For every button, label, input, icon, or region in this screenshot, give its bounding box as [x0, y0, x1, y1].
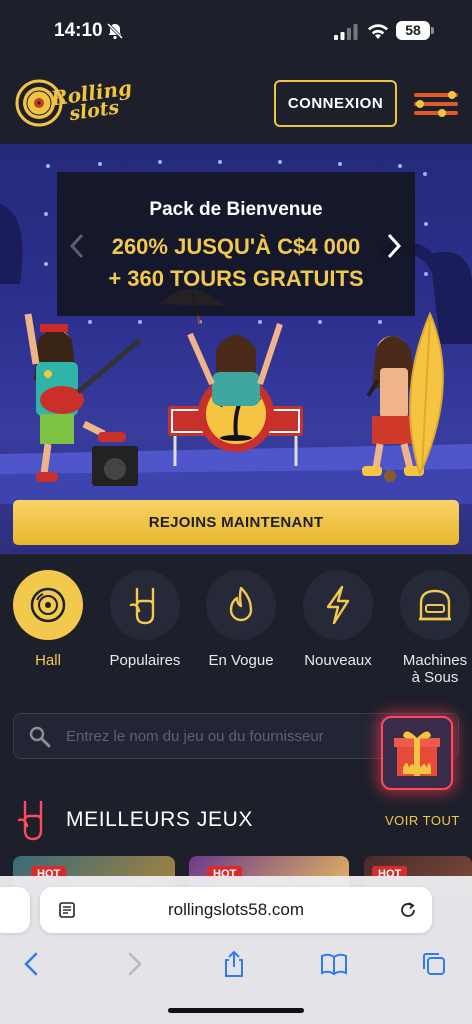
- search-icon: [29, 726, 51, 748]
- category-label-line1: Machines: [402, 652, 468, 669]
- promo-title: Pack de Bienvenue: [149, 199, 323, 220]
- status-bar: 14:10 58: [0, 0, 472, 62]
- battery-nub: [431, 27, 434, 34]
- welcome-banner[interactable]: Pack de Bienvenue 260% JUSQU'À C$4 000 +…: [0, 144, 472, 554]
- category-hall[interactable]: Hall: [3, 570, 93, 669]
- category-nouveaux[interactable]: Nouveaux: [293, 570, 383, 669]
- forward-icon[interactable]: [120, 950, 148, 978]
- category-label-line2: à Sous: [411, 669, 459, 686]
- address-bar[interactable]: rollingslots58.com: [40, 887, 432, 933]
- disc-icon: [13, 570, 83, 640]
- status-time: 14:10: [54, 20, 103, 41]
- category-machines-a-sous[interactable]: Machines à Sous: [390, 570, 472, 686]
- wifi-icon: [368, 24, 388, 39]
- category-nav: Hall Populaires En Vogue Nouveaux Machin…: [0, 570, 472, 690]
- promo-spins-line: + 360 TOURS GRATUITS: [108, 266, 364, 291]
- category-label: Hall: [35, 652, 61, 669]
- category-en-vogue[interactable]: En Vogue: [196, 570, 286, 669]
- rock-hand-icon: [17, 800, 43, 841]
- bonus-gift-button[interactable]: [381, 716, 453, 790]
- home-indicator: [168, 1008, 304, 1013]
- previous-tab-stub[interactable]: [0, 887, 30, 933]
- bookmarks-icon[interactable]: [320, 950, 348, 978]
- category-label: Populaires: [109, 652, 181, 669]
- share-icon[interactable]: [220, 950, 248, 978]
- url-text: rollingslots58.com: [167, 900, 305, 919]
- chevron-right-icon[interactable]: [385, 232, 403, 260]
- best-games-title: MEILLEURS JEUX: [66, 808, 253, 831]
- login-button[interactable]: CONNEXION: [274, 80, 397, 127]
- browser-toolbar: rollingslots58.com: [0, 876, 472, 1024]
- rock-hand-icon: [110, 570, 180, 640]
- category-label: Machines à Sous: [390, 652, 472, 686]
- lightning-icon: [303, 570, 373, 640]
- site-header: Rolling slots CONNEXION: [0, 62, 472, 144]
- logo-text[interactable]: Rolling slots: [49, 75, 134, 126]
- tabs-icon[interactable]: [420, 950, 448, 978]
- category-label: Nouveaux: [304, 652, 372, 669]
- bell-muted-icon: [106, 22, 124, 40]
- category-populaires[interactable]: Populaires: [100, 570, 190, 669]
- see-all-link[interactable]: VOIR TOUT: [385, 813, 460, 828]
- chevron-left-icon[interactable]: [68, 232, 86, 260]
- back-icon[interactable]: [18, 950, 46, 978]
- join-now-button[interactable]: REJOINS MAINTENANT: [13, 500, 459, 545]
- category-label: En Vogue: [208, 652, 274, 669]
- cell-signal-icon: [334, 24, 358, 40]
- search-input[interactable]: [66, 714, 381, 758]
- battery-indicator: 58: [396, 21, 430, 40]
- gift-icon: [394, 731, 440, 776]
- menu-icon[interactable]: [412, 90, 460, 118]
- slot-machine-icon: [400, 570, 470, 640]
- reload-icon[interactable]: [398, 900, 418, 920]
- flame-icon: [206, 570, 276, 640]
